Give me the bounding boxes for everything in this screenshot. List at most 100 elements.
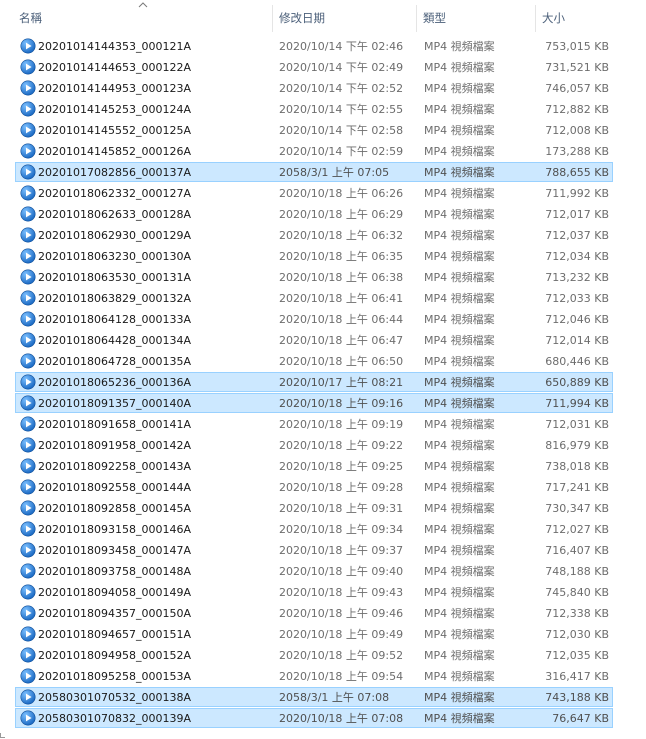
file-size: 746,057 KB [545,82,609,95]
file-size: 76,647 KB [552,712,609,725]
file-row[interactable]: 20201017082856_000137A 2058/3/1 上午 07:05 M… [15,162,613,182]
file-row[interactable]: 20201018063530_000131A 2020/10/18 上午 06:3… [15,267,613,287]
file-type: MP4 視頻檔案 [424,460,495,473]
file-modified-date: 2020/10/18 上午 07:08 [279,712,404,725]
file-name: 20201014145852_000126A [38,145,191,158]
file-row[interactable]: 20201018092558_000144A 2020/10/18 上午 09:2… [15,477,613,497]
file-row[interactable]: 20201018062633_000128A 2020/10/18 上午 06:2… [15,204,613,224]
file-row[interactable]: 20201018091958_000142A 2020/10/18 上午 09:2… [15,435,613,455]
file-type: MP4 視頻檔案 [424,61,495,74]
file-row[interactable]: 20201018091658_000141A 2020/10/18 上午 09:1… [15,414,613,434]
file-type: MP4 視頻檔案 [424,565,495,578]
file-row[interactable]: 20201018064428_000134A 2020/10/18 上午 06:4… [15,330,613,350]
file-row[interactable]: 20201018062332_000127A 2020/10/18 上午 06:2… [15,183,613,203]
file-row[interactable]: 20201018063829_000132A 2020/10/18 上午 06:4… [15,288,613,308]
file-row[interactable]: 20201014145852_000126A 2020/10/14 下午 02:5… [15,141,613,161]
media-play-icon [18,352,36,370]
file-modified-date: 2020/10/18 上午 06:41 [279,292,404,305]
file-modified-date: 2020/10/18 上午 06:26 [279,187,404,200]
file-modified-date: 2020/10/18 上午 09:25 [279,460,404,473]
column-header-bar: 名稱 修改日期 類型 大小 [0,0,646,34]
file-row[interactable]: 20201018094958_000152A 2020/10/18 上午 09:5… [15,645,613,665]
file-modified-date: 2020/10/18 上午 09:31 [279,502,404,515]
file-size: 713,232 KB [545,271,609,284]
file-type: MP4 視頻檔案 [424,628,495,641]
file-type: MP4 視頻檔案 [424,712,495,725]
file-row[interactable]: 20580301070832_000139A 2020/10/18 上午 07:0… [15,708,613,728]
media-play-icon [18,520,36,538]
file-name: 20201017082856_000137A [38,166,191,179]
file-row[interactable]: 20201014144953_000123A 2020/10/14 下午 02:5… [15,78,613,98]
file-row[interactable]: 20201018063230_000130A 2020/10/18 上午 06:3… [15,246,613,266]
file-row[interactable]: 20201018091357_000140A 2020/10/18 上午 09:1… [15,393,613,413]
file-row[interactable]: 20201014145552_000125A 2020/10/14 下午 02:5… [15,120,613,140]
file-name: 20201018095258_000153A [38,670,191,683]
column-header-type[interactable]: 類型 [419,5,536,32]
file-type: MP4 視頻檔案 [424,355,495,368]
file-type: MP4 視頻檔案 [424,271,495,284]
file-row[interactable]: 20201018064128_000133A 2020/10/18 上午 06:4… [15,309,613,329]
file-name: 20201018092558_000144A [38,481,191,494]
file-modified-date: 2020/10/18 上午 09:22 [279,439,404,452]
file-modified-date: 2020/10/18 上午 06:50 [279,355,404,368]
file-row[interactable]: 20201018062930_000129A 2020/10/18 上午 06:3… [15,225,613,245]
file-row[interactable]: 20201018064728_000135A 2020/10/18 上午 06:5… [15,351,613,371]
column-header-size[interactable]: 大小 [538,5,613,32]
column-header-modified[interactable]: 修改日期 [275,5,417,32]
file-size: 650,889 KB [545,376,609,389]
media-play-icon [18,667,36,685]
file-name: 20201018094657_000151A [38,628,191,641]
file-row[interactable]: 20201018093458_000147A 2020/10/18 上午 09:3… [15,540,613,560]
file-row[interactable]: 20201014144353_000121A 2020/10/14 下午 02:4… [15,36,613,56]
file-row[interactable]: 20580301070532_000138A 2058/3/1 上午 07:08 M… [15,687,613,707]
file-modified-date: 2020/10/18 上午 06:32 [279,229,404,242]
file-modified-date: 2058/3/1 上午 07:08 [279,691,390,704]
file-size: 731,521 KB [545,61,609,74]
file-row[interactable]: 20201018092858_000145A 2020/10/18 上午 09:3… [15,498,613,518]
file-row[interactable]: 20201018094058_000149A 2020/10/18 上午 09:4… [15,582,613,602]
file-name: 20201018091958_000142A [38,439,191,452]
file-name: 20580301070832_000139A [38,712,191,725]
media-play-icon [18,226,36,244]
file-type: MP4 視頻檔案 [424,145,495,158]
file-row[interactable]: 20201014145253_000124A 2020/10/14 下午 02:5… [15,99,613,119]
file-name: 20201018063829_000132A [38,292,191,305]
file-row[interactable]: 20201018093158_000146A 2020/10/18 上午 09:3… [15,519,613,539]
file-size: 748,188 KB [545,565,609,578]
file-modified-date: 2020/10/14 下午 02:49 [279,61,404,74]
media-play-icon [18,331,36,349]
file-size: 717,241 KB [545,481,609,494]
file-row[interactable]: 20201014144653_000122A 2020/10/14 下午 02:4… [15,57,613,77]
file-size: 712,031 KB [545,418,609,431]
media-play-icon [18,604,36,622]
file-type: MP4 視頻檔案 [424,439,495,452]
file-name: 20201018063530_000131A [38,271,191,284]
file-row[interactable]: 20201018095258_000153A 2020/10/18 上午 09:5… [15,666,613,686]
file-modified-date: 2020/10/18 上午 06:44 [279,313,404,326]
file-size: 743,188 KB [545,691,609,704]
file-modified-date: 2020/10/18 上午 09:37 [279,544,404,557]
file-modified-date: 2020/10/18 上午 09:52 [279,649,404,662]
file-size: 711,994 KB [545,397,609,410]
file-row[interactable]: 20201018093758_000148A 2020/10/18 上午 09:4… [15,561,613,581]
file-row[interactable]: 20201018094657_000151A 2020/10/18 上午 09:4… [15,624,613,644]
file-name: 20201018094357_000150A [38,607,191,620]
file-type: MP4 視頻檔案 [424,418,495,431]
file-row[interactable]: 20201018065236_000136A 2020/10/17 上午 08:2… [15,372,613,392]
file-type: MP4 視頻檔案 [424,481,495,494]
column-header-name[interactable]: 名稱 [15,5,273,32]
media-play-icon [18,268,36,286]
file-name: 20201018094058_000149A [38,586,191,599]
media-play-icon [18,247,36,265]
file-name: 20201018064128_000133A [38,313,191,326]
file-row[interactable]: 20201018094357_000150A 2020/10/18 上午 09:4… [15,603,613,623]
file-modified-date: 2020/10/17 上午 08:21 [279,376,404,389]
file-type: MP4 視頻檔案 [424,397,495,410]
media-play-icon [18,625,36,643]
file-size: 712,882 KB [545,103,609,116]
media-play-icon [18,499,36,517]
file-modified-date: 2020/10/18 上午 09:54 [279,670,404,683]
file-row[interactable]: 20201018092258_000143A 2020/10/18 上午 09:2… [15,456,613,476]
file-size: 745,840 KB [545,586,609,599]
file-type: MP4 視頻檔案 [424,166,495,179]
